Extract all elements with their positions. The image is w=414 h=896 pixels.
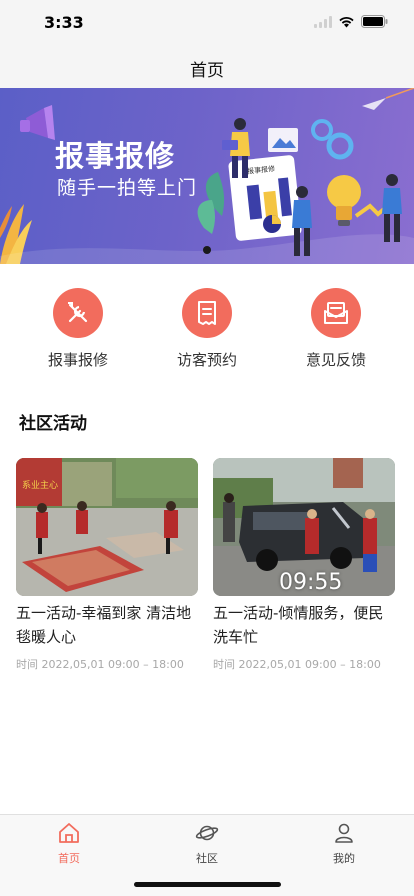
person-figure-1 [222,118,250,178]
quick-icon-circle [311,288,361,338]
nav-bar: 首页 [0,44,414,88]
quick-item-feedback[interactable]: 意见反馈 [281,288,391,370]
banner-carousel[interactable]: 报事报修 报事报修 随手一拍等上门 [0,88,414,264]
status-icons [314,15,388,28]
status-bar: 3:33 [0,0,414,44]
mail-icon [324,302,348,324]
tab-home[interactable]: 首页 [29,822,109,866]
receipt-icon [198,301,216,325]
quick-icon-circle [182,288,232,338]
planet-icon [195,825,219,841]
megaphone-icon [20,105,55,140]
activity-title: 五一活动-倾情服务，便民洗车忙 [213,604,384,646]
quick-item-visitor[interactable]: 访客预约 [152,288,262,370]
banner-title: 报事报修 [55,139,176,173]
home-indicator [134,882,281,887]
activity-sign: 系业主心 [22,479,58,491]
video-duration: 09:55 [279,570,343,595]
page-title: 首页 [190,61,224,81]
person-icon [335,823,353,843]
person-figure-3 [382,174,402,242]
battery-icon [361,15,388,28]
cellular-signal-icon [314,15,332,28]
tab-label: 我的 [333,852,355,865]
tab-label: 社区 [196,852,218,865]
banner-subtitle: 随手一拍等上门 [57,177,198,199]
activity-time: 时间 2022,05,01 09:00 – 18:00 [16,658,184,671]
wifi-icon [339,16,354,27]
wrench-screwdriver-icon [68,302,88,323]
quick-item-repair[interactable]: 报事报修 [23,288,133,370]
quick-icon-circle [53,288,103,338]
quick-label: 意见反馈 [305,351,366,369]
tab-label: 首页 [58,852,80,865]
quick-label: 报事报修 [47,351,108,369]
carousel-dot [203,246,211,254]
home-icon [59,823,79,843]
section-title: 社区活动 [19,414,87,434]
activity-card[interactable]: 09:55 五一活动-倾情服务，便民洗车忙 时间 2022,05,01 09:0… [213,458,395,672]
activity-video: 09:55 [213,458,395,596]
activity-image: 系业主心 [16,458,198,596]
activity-title: 五一活动-幸福到家 清洁地毯暖人心 [16,604,192,646]
status-time: 3:33 [44,13,84,32]
tab-community[interactable]: 社区 [167,822,247,866]
activity-card[interactable]: 系业主心 五一活动-幸福到家 清洁地毯暖人心 时间 2022,05,01 09:… [16,458,198,672]
activity-time: 时间 2022,05,01 09:00 – 18:00 [213,658,381,671]
quick-label: 访客预约 [176,351,237,369]
quick-menu: 报事报修 访客预约 意见反馈 [0,288,414,378]
tab-mine[interactable]: 我的 [304,822,384,866]
